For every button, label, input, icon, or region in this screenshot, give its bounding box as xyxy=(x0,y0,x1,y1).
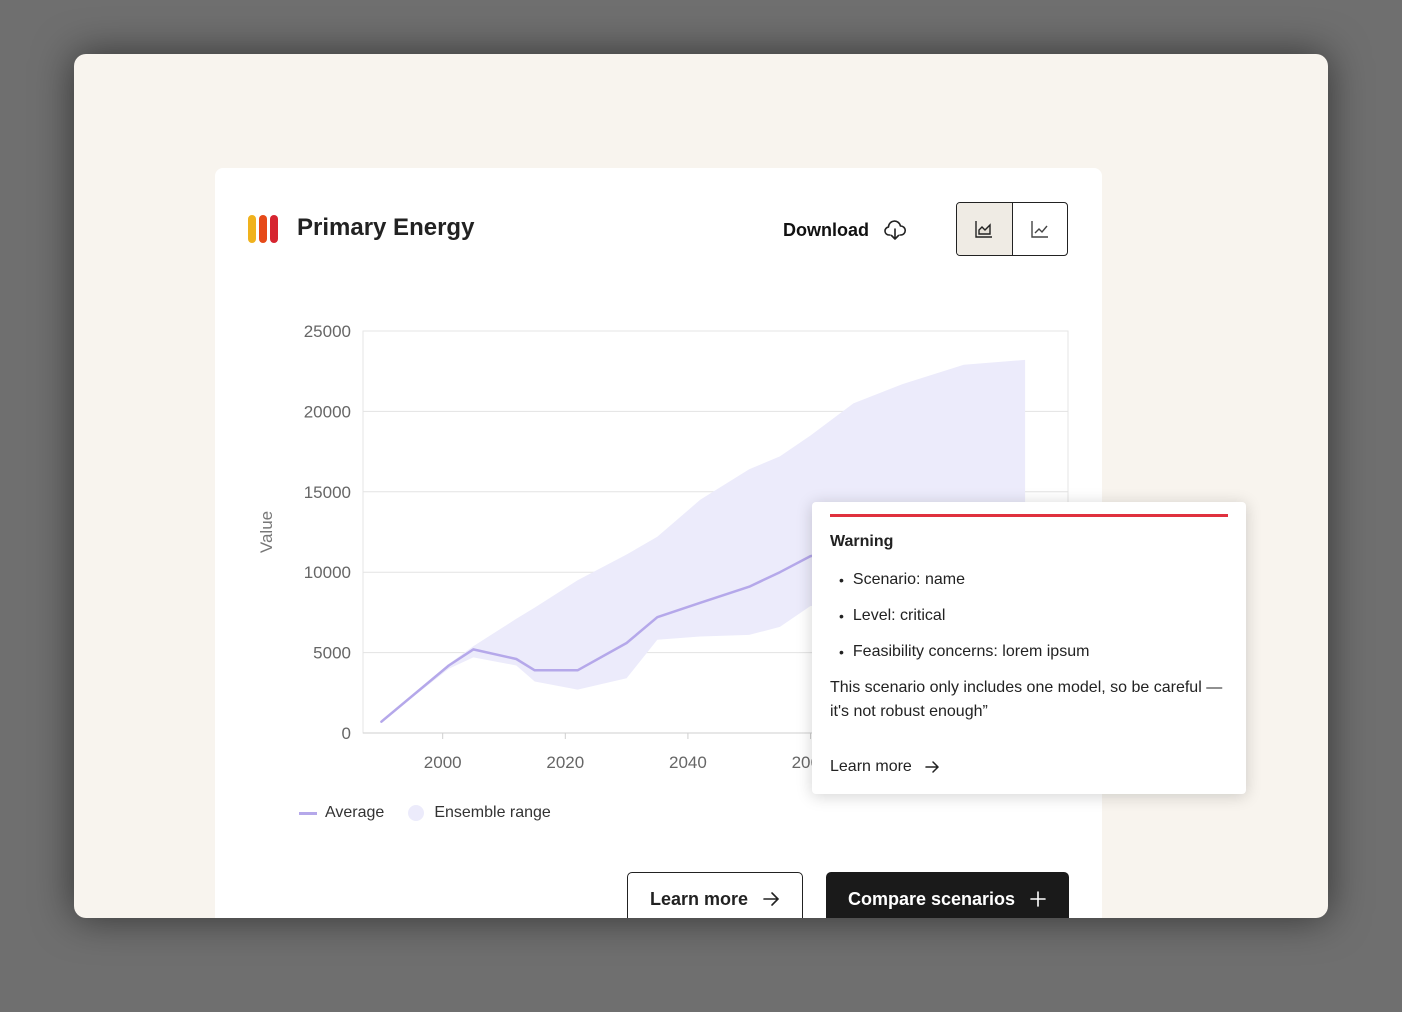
x-tick-label: 2020 xyxy=(546,753,584,772)
tooltip-level: Level: critical xyxy=(830,598,1089,634)
legend-average-swatch xyxy=(299,811,317,815)
y-axis-label: Value xyxy=(257,511,276,553)
arrow-right-icon xyxy=(925,761,939,773)
app-window: Primary Energy Download 0 5000 10000 150… xyxy=(74,54,1328,918)
tooltip-learn-more-link[interactable]: Learn more xyxy=(830,758,940,776)
line-chart-toggle[interactable] xyxy=(1013,203,1068,255)
brand-logo xyxy=(248,215,280,243)
area-chart-toggle[interactable] xyxy=(957,203,1013,255)
x-tick-label: 2000 xyxy=(424,753,462,772)
legend-range-swatch xyxy=(408,805,425,821)
line-chart-icon xyxy=(1031,221,1048,238)
download-label: Download xyxy=(783,219,869,240)
legend-range-label: Ensemble range xyxy=(434,804,551,821)
tooltip-learn-more-label: Learn more xyxy=(830,758,912,775)
y-tick-label: 20000 xyxy=(304,402,351,421)
tooltip-message: This scenario only includes one model, s… xyxy=(830,679,1223,720)
cloud-download-icon xyxy=(884,220,906,240)
download-button[interactable]: Download xyxy=(783,218,907,242)
y-tick-label: 0 xyxy=(342,724,351,743)
learn-more-button[interactable]: Learn more xyxy=(627,872,803,918)
tooltip-title: Warning xyxy=(830,533,894,550)
learn-more-label: Learn more xyxy=(649,888,749,909)
arrow-right-icon xyxy=(763,892,780,906)
chart-type-toggle xyxy=(956,202,1068,256)
area-chart-icon xyxy=(975,221,993,238)
x-tick-label: 2040 xyxy=(669,753,707,772)
y-tick-label: 10000 xyxy=(304,563,351,582)
y-tick-label: 5000 xyxy=(313,644,351,663)
y-tick-label: 25000 xyxy=(304,322,351,341)
legend-average-label: Average xyxy=(325,804,385,821)
compare-scenarios-label: Compare scenarios xyxy=(847,888,1016,909)
y-tick-label: 15000 xyxy=(304,483,351,502)
tooltip-details: Scenario: name Level: critical Feasibili… xyxy=(830,562,1090,670)
compare-scenarios-button[interactable]: Compare scenarios xyxy=(826,872,1069,918)
tooltip-scenario: Scenario: name xyxy=(830,562,1089,598)
chart-legend: Average Ensemble range xyxy=(299,804,551,822)
card-title: Primary Energy xyxy=(297,214,475,241)
plus-icon xyxy=(1030,891,1046,907)
tooltip-feasibility: Feasibility concerns: lorem ipsum xyxy=(830,634,1090,670)
warning-tooltip: Warning Scenario: name Level: critical F… xyxy=(812,502,1246,794)
warning-accent-bar xyxy=(830,514,1228,517)
